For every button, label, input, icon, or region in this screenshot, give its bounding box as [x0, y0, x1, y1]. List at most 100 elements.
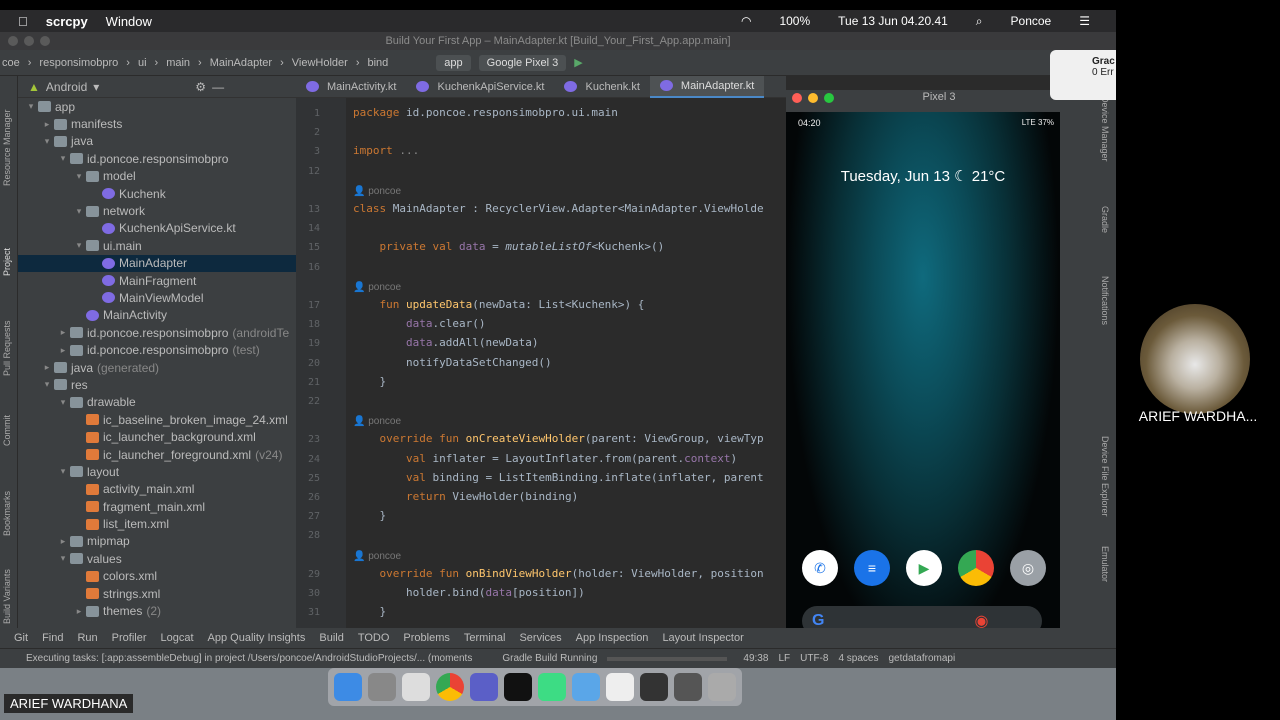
tree-item[interactable]: ▾ ui.main [18, 237, 296, 254]
tool-window-run[interactable]: Run [77, 632, 97, 644]
tree-item[interactable]: activity_main.xml [18, 481, 296, 498]
tab-kuchenkapiservice[interactable]: KuchenkApiService.kt [406, 76, 554, 98]
zoom-dot[interactable] [40, 36, 50, 46]
code-line[interactable]: val inflater = LayoutInflater.from(paren… [353, 452, 737, 465]
tree-item[interactable]: MainActivity [18, 307, 296, 324]
tree-item[interactable]: ▸ id.poncoe.responsimobpro (androidTe [18, 324, 296, 341]
right-tool-0[interactable]: Device Manager [1100, 96, 1110, 162]
android-studio-icon[interactable] [538, 673, 566, 701]
minimize-dot[interactable] [24, 36, 34, 46]
code-line[interactable]: override fun onBindViewHolder(holder: Vi… [353, 567, 764, 580]
user-name[interactable]: Poncoe [1011, 14, 1052, 28]
tool-window-services[interactable]: Services [519, 632, 561, 644]
expand-arrow-icon[interactable]: ▸ [72, 606, 86, 617]
code-line[interactable]: return ViewHolder(binding) [353, 490, 578, 503]
tree-item[interactable]: fragment_main.xml [18, 498, 296, 515]
code-line[interactable]: holder.bind(data[position]) [353, 586, 585, 599]
tool-commit[interactable]: Commit [2, 415, 12, 446]
tool-window-app-inspection[interactable]: App Inspection [576, 632, 649, 644]
tab-mainadapter[interactable]: MainAdapter.kt [649, 75, 765, 98]
run-icon[interactable]: ▶ [574, 56, 582, 69]
chrome-dock-icon[interactable] [436, 673, 464, 701]
expand-arrow-icon[interactable]: ▾ [40, 379, 54, 390]
tool-pull-requests[interactable]: Pull Requests [2, 320, 12, 376]
chevron-down-icon[interactable]: ▾ [93, 80, 99, 94]
clock[interactable]: Tue 13 Jun 04.20.41 [838, 14, 948, 28]
expand-arrow-icon[interactable]: ▾ [56, 553, 70, 564]
right-tool-3[interactable]: Device File Explorer [1100, 436, 1110, 517]
tree-item[interactable]: ▾ java [18, 133, 296, 150]
code-line[interactable]: val binding = ListItemBinding.inflate(in… [353, 471, 764, 484]
expand-arrow-icon[interactable]: ▾ [56, 153, 70, 164]
tree-item[interactable]: ▸ id.poncoe.responsimobpro (test) [18, 341, 296, 358]
run-config-select[interactable]: app [436, 54, 471, 71]
breadcrumb-0[interactable]: coe [2, 57, 20, 69]
teams-icon[interactable] [470, 673, 498, 701]
expand-arrow-icon[interactable]: ▸ [40, 362, 54, 373]
tool-project[interactable]: Project [2, 248, 12, 276]
tree-item[interactable]: ▾ app [18, 98, 296, 115]
apple-icon[interactable]:  [18, 14, 28, 29]
tool-window-layout-inspector[interactable]: Layout Inspector [662, 632, 743, 644]
finder-icon[interactable] [334, 673, 362, 701]
tool-window-app-quality-insights[interactable]: App Quality Insights [208, 632, 306, 644]
emu-zoom-dot[interactable] [824, 93, 834, 103]
phone-app-icon[interactable]: ✆ [802, 550, 838, 586]
tree-item[interactable]: strings.xml [18, 585, 296, 602]
tool-build-variants[interactable]: Build Variants [2, 569, 12, 624]
tree-item[interactable]: ic_baseline_broken_image_24.xml [18, 411, 296, 428]
tree-item[interactable]: MainFragment [18, 272, 296, 289]
tool-window-git[interactable]: Git [14, 632, 28, 644]
tree-item[interactable]: ▾ drawable [18, 394, 296, 411]
code-line[interactable]: private val data = mutableListOf<Kuchenk… [353, 240, 665, 253]
tool-window-problems[interactable]: Problems [403, 632, 449, 644]
breadcrumb-1[interactable]: responsimobpro [39, 57, 118, 69]
tree-item[interactable]: colors.xml [18, 568, 296, 585]
tool-window-profiler[interactable]: Profiler [112, 632, 147, 644]
tool-window-logcat[interactable]: Logcat [161, 632, 194, 644]
settings-icon[interactable]: ⚙ [195, 80, 206, 94]
breadcrumb-6[interactable]: bind [368, 57, 389, 69]
play-store-icon[interactable]: ▶ [906, 550, 942, 586]
progress-bar[interactable] [607, 656, 728, 661]
tree-item[interactable]: MainAdapter [18, 254, 296, 272]
code-line[interactable]: notifyDataSetChanged() [353, 356, 552, 369]
code-line[interactable]: } [353, 605, 386, 618]
encoding[interactable]: UTF-8 [800, 653, 828, 664]
gradle-notification[interactable]: Grac 0 Err [1050, 50, 1116, 100]
tree-item[interactable]: ▾ network [18, 202, 296, 219]
wifi-icon[interactable]: ◠ [741, 14, 751, 28]
terminal-icon[interactable] [504, 673, 532, 701]
git-branch[interactable]: getdatafromapi [888, 653, 955, 664]
at-a-glance[interactable]: Tuesday, Jun 13 ☾ 21°C [786, 167, 1060, 185]
tab-mainactivity[interactable]: MainActivity.kt [296, 76, 406, 98]
breadcrumb-2[interactable]: ui [138, 57, 147, 69]
tree-item[interactable]: ic_launcher_foreground.xml (v24) [18, 446, 296, 463]
tree-item[interactable]: ic_launcher_background.xml [18, 428, 296, 445]
tree-item[interactable]: ▾ res [18, 376, 296, 393]
expand-arrow-icon[interactable]: ▾ [72, 206, 86, 217]
screenshot-icon[interactable] [402, 673, 430, 701]
tree-item[interactable]: Kuchenk [18, 185, 296, 202]
messages-app-icon[interactable]: ≡ [854, 550, 890, 586]
breadcrumb-4[interactable]: MainAdapter [210, 57, 272, 69]
close-dot[interactable] [8, 36, 18, 46]
code-line[interactable]: package id.poncoe.responsimobpro.ui.main [353, 106, 618, 119]
code-line[interactable]: data.clear() [353, 317, 485, 330]
expand-arrow-icon[interactable]: ▾ [72, 240, 86, 251]
expand-arrow-icon[interactable]: ▾ [40, 136, 54, 147]
launchpad-icon[interactable] [368, 673, 396, 701]
chrome-icon[interactable] [958, 550, 994, 586]
project-view-select[interactable]: Android [46, 80, 87, 94]
tree-item[interactable]: ▾ model [18, 168, 296, 185]
code-line[interactable]: data.addAll(newData) [353, 336, 538, 349]
emu-minimize-dot[interactable] [808, 93, 818, 103]
search-icon[interactable]: ⌕ [976, 14, 983, 29]
expand-arrow-icon[interactable]: ▾ [24, 101, 38, 112]
preview-icon[interactable] [606, 673, 634, 701]
window-menu[interactable]: Window [106, 14, 152, 29]
tree-item[interactable]: ▾ layout [18, 463, 296, 480]
app-menu[interactable]: scrcpy [46, 14, 88, 29]
tree-item[interactable]: ▾ id.poncoe.responsimobpro [18, 150, 296, 167]
tree-item[interactable]: ▾ values [18, 550, 296, 567]
